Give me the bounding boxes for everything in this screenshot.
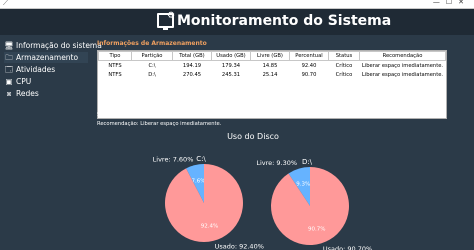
disk-usage-chart: Uso do Disco C:\7.6%Livre: 7.60%92.4%Usa… — [153, 132, 373, 250]
table-cell: NTFS — [108, 62, 122, 69]
column-header[interactable]: Percentual — [289, 51, 329, 61]
network-icon: ⧈ — [6, 89, 12, 98]
table-cell: Liberar espaço imediatamente. — [361, 62, 444, 69]
column-header[interactable]: Total (GB) — [172, 51, 212, 61]
chart-title: Uso do Disco — [227, 132, 279, 141]
feather-icon: ⟋ — [3, 0, 8, 7]
table-cell: 245.31 — [221, 71, 241, 78]
table-cell: 194.19 — [182, 62, 202, 69]
sidebar-item-activities[interactable]: 🗔 Atividades — [4, 64, 55, 75]
table-cell: D:\ — [148, 71, 156, 78]
pie-percent-label: 92.4% — [201, 224, 218, 230]
table-cell: 92.40 — [301, 62, 317, 69]
maximize-button[interactable]: ☐ — [446, 0, 458, 6]
column-header[interactable]: Tipo — [98, 51, 132, 61]
table-cell: 14.85 — [262, 62, 278, 69]
close-button[interactable]: ✕ — [458, 0, 470, 6]
sidebar: 🖥 Informação do sistema 🗀 Armazenamento 🗔 A… — [0, 35, 102, 250]
sidebar-item-label: Informação do sistema — [16, 41, 102, 50]
storage-table[interactable]: Tipo Partição Total (GB) Usado (GB) Livr… — [97, 50, 447, 119]
storage-panel: Informações de Armazenamento Tipo Partiç… — [91, 35, 474, 250]
table-cell: C:\ — [148, 62, 156, 69]
column-header[interactable]: Recomendação — [359, 51, 446, 61]
column-header[interactable]: Partição — [131, 51, 173, 61]
window-titlebar: ⟋ —☐✕ — [0, 0, 474, 9]
chip-icon: ▣ — [5, 77, 13, 86]
table-cell: 179.34 — [221, 62, 241, 69]
status-text: Status: Crítico — [97, 112, 134, 118]
window-icon: 🗔 — [4, 65, 14, 74]
sidebar-item-label: CPU — [16, 77, 32, 86]
table-cell: 90.70 — [301, 71, 317, 78]
sidebar-item-cpu[interactable]: ▣ CPU — [4, 76, 31, 87]
pie-partition-label: D:\ — [302, 158, 313, 166]
pie-partition-label: C:\ — [196, 155, 206, 163]
column-header[interactable]: Status — [328, 51, 360, 61]
computer-icon: 🖥 — [4, 41, 14, 50]
table-header-row: Tipo Partição Total (GB) Usado (GB) Livr… — [98, 51, 446, 61]
pie-slice-usado — [271, 167, 350, 245]
section-title: Informações de Armazenamento — [97, 40, 207, 47]
table-cell: 25.14 — [262, 71, 278, 78]
app-title: Monitoramento do Sistema — [177, 13, 392, 29]
table-row[interactable]: NTFS D:\ 270.45 245.31 25.14 90.70 Críti… — [99, 70, 446, 79]
table-row[interactable]: NTFS C:\ 194.19 179.34 14.85 92.40 Críti… — [99, 61, 446, 71]
pie-percent-label: 90.7% — [308, 226, 325, 232]
column-header[interactable]: Livre (GB) — [250, 51, 290, 61]
gear-icon: ⚙ — [167, 11, 176, 21]
sidebar-item-label: Redes — [16, 89, 39, 98]
sidebar-item-label: Armazenamento — [16, 53, 79, 62]
table-cell: NTFS — [108, 71, 122, 78]
recommendation-text: Recomendação: Liberar espaço imediatamen… — [97, 121, 222, 127]
sidebar-item-system-info[interactable]: 🖥 Informação do sistema — [4, 40, 102, 51]
app-header: ⚙ Monitoramento do Sistema — [0, 9, 474, 35]
column-header[interactable]: Usado (GB) — [211, 51, 251, 61]
minimize-button[interactable]: — — [433, 0, 446, 6]
pie-slice-label: Usado: 92.40% — [215, 243, 264, 250]
window-controls[interactable]: —☐✕ — [433, 0, 470, 6]
sidebar-item-storage[interactable]: 🗀 Armazenamento — [4, 52, 88, 63]
pie-percent-label: 9.3% — [296, 182, 310, 188]
table-cell: Crítico — [335, 62, 353, 69]
sidebar-item-networks[interactable]: ⧈ Redes — [4, 88, 39, 99]
sidebar-item-label: Atividades — [16, 65, 56, 74]
pie-slice-label: Usado: 90.70% — [323, 245, 372, 250]
pie-slice-label: Livre: 7.60% — [153, 155, 194, 163]
folder-icon: 🗀 — [5, 53, 13, 62]
pie-slice-label: Livre: 9.30% — [256, 159, 297, 167]
table-cell: Liberar espaço imediatamente. — [361, 71, 444, 78]
table-cell: 270.45 — [182, 71, 202, 78]
table-cell: Crítico — [335, 71, 353, 78]
